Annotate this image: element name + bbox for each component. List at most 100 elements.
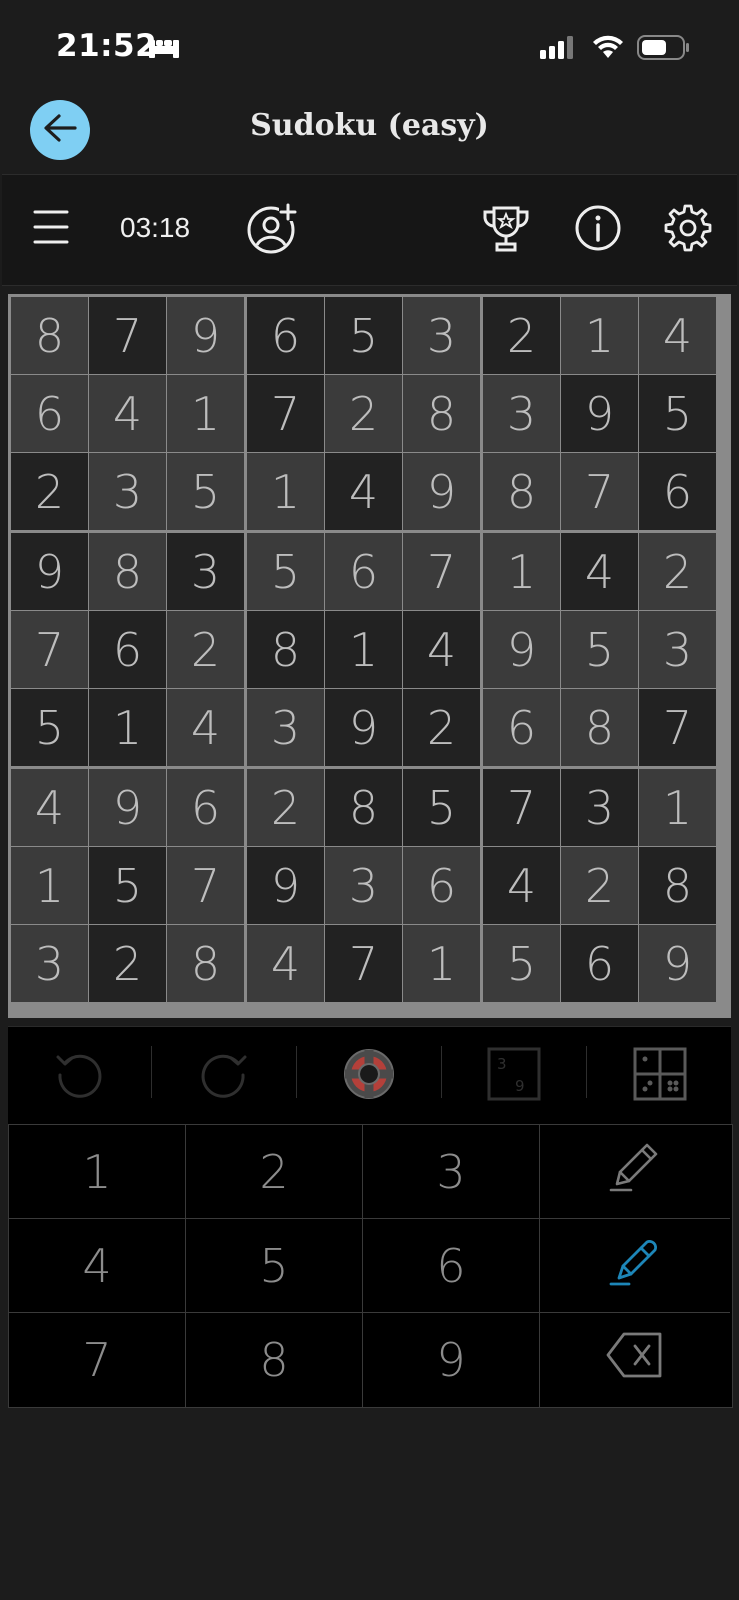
sudoku-cell[interactable]: 5 <box>167 453 244 530</box>
sudoku-cell[interactable]: 4 <box>325 453 402 530</box>
sudoku-cell[interactable]: 7 <box>247 375 324 452</box>
sudoku-cell[interactable]: 7 <box>11 611 88 688</box>
invite-friend-button[interactable] <box>244 202 298 258</box>
sudoku-cell[interactable]: 1 <box>11 847 88 924</box>
sudoku-cell[interactable]: 5 <box>561 611 638 688</box>
sudoku-cell[interactable]: 7 <box>639 689 716 766</box>
grid-view-button[interactable] <box>588 1027 731 1125</box>
sudoku-cell[interactable]: 3 <box>247 689 324 766</box>
sudoku-cell[interactable]: 2 <box>325 375 402 452</box>
sudoku-cell[interactable]: 9 <box>325 689 402 766</box>
sudoku-cell[interactable]: 6 <box>561 925 638 1002</box>
sudoku-cell[interactable]: 1 <box>89 689 166 766</box>
number-key-3[interactable]: 3 <box>363 1125 540 1219</box>
pencil-mode-button[interactable] <box>540 1125 730 1219</box>
sudoku-cell[interactable]: 7 <box>167 847 244 924</box>
sudoku-cell[interactable]: 6 <box>639 453 716 530</box>
sudoku-cell[interactable]: 1 <box>403 925 480 1002</box>
sudoku-cell[interactable]: 1 <box>483 533 560 610</box>
pen-mode-button[interactable] <box>540 1219 730 1313</box>
sudoku-cell[interactable]: 5 <box>483 925 560 1002</box>
sudoku-cell[interactable]: 4 <box>561 533 638 610</box>
sudoku-cell[interactable]: 6 <box>89 611 166 688</box>
hint-button[interactable] <box>298 1027 439 1125</box>
sudoku-cell[interactable]: 8 <box>561 689 638 766</box>
number-key-9[interactable]: 9 <box>363 1313 540 1407</box>
sudoku-cell[interactable]: 7 <box>483 769 560 846</box>
sudoku-cell[interactable]: 6 <box>11 375 88 452</box>
sudoku-cell[interactable]: 4 <box>639 297 716 374</box>
sudoku-cell[interactable]: 8 <box>167 925 244 1002</box>
sudoku-cell[interactable]: 8 <box>89 533 166 610</box>
leaderboard-button[interactable] <box>480 204 532 258</box>
sudoku-cell[interactable]: 1 <box>247 453 324 530</box>
sudoku-cell[interactable]: 9 <box>167 297 244 374</box>
sudoku-cell[interactable]: 6 <box>325 533 402 610</box>
sudoku-cell[interactable]: 9 <box>89 769 166 846</box>
sudoku-cell[interactable]: 9 <box>561 375 638 452</box>
sudoku-cell[interactable]: 9 <box>403 453 480 530</box>
sudoku-cell[interactable]: 3 <box>403 297 480 374</box>
sudoku-cell[interactable]: 4 <box>403 611 480 688</box>
undo-button[interactable] <box>8 1027 149 1125</box>
number-key-4[interactable]: 4 <box>9 1219 186 1313</box>
sudoku-cell[interactable]: 5 <box>639 375 716 452</box>
sudoku-cell[interactable]: 8 <box>325 769 402 846</box>
sudoku-cell[interactable]: 2 <box>89 925 166 1002</box>
sudoku-cell[interactable]: 4 <box>247 925 324 1002</box>
sudoku-cell[interactable]: 3 <box>89 453 166 530</box>
sudoku-cell[interactable]: 1 <box>325 611 402 688</box>
sudoku-cell[interactable]: 8 <box>403 375 480 452</box>
menu-button[interactable] <box>30 208 72 250</box>
sudoku-cell[interactable]: 9 <box>247 847 324 924</box>
sudoku-cell[interactable]: 4 <box>89 375 166 452</box>
number-key-1[interactable]: 1 <box>9 1125 186 1219</box>
sudoku-cell[interactable]: 2 <box>639 533 716 610</box>
sudoku-cell[interactable]: 2 <box>247 769 324 846</box>
sudoku-cell[interactable]: 8 <box>247 611 324 688</box>
sudoku-cell[interactable]: 1 <box>639 769 716 846</box>
sudoku-cell[interactable]: 2 <box>483 297 560 374</box>
erase-button[interactable] <box>540 1313 730 1407</box>
sudoku-cell[interactable]: 3 <box>11 925 88 1002</box>
sudoku-cell[interactable]: 7 <box>325 925 402 1002</box>
sudoku-cell[interactable]: 5 <box>11 689 88 766</box>
sudoku-cell[interactable]: 5 <box>247 533 324 610</box>
number-key-7[interactable]: 7 <box>9 1313 186 1407</box>
sudoku-cell[interactable]: 5 <box>403 769 480 846</box>
sudoku-cell[interactable]: 5 <box>325 297 402 374</box>
sudoku-cell[interactable]: 6 <box>483 689 560 766</box>
sudoku-cell[interactable]: 4 <box>167 689 244 766</box>
number-key-8[interactable]: 8 <box>186 1313 363 1407</box>
sudoku-cell[interactable]: 6 <box>167 769 244 846</box>
sudoku-cell[interactable]: 9 <box>639 925 716 1002</box>
sudoku-cell[interactable]: 2 <box>11 453 88 530</box>
number-key-2[interactable]: 2 <box>186 1125 363 1219</box>
sudoku-cell[interactable]: 7 <box>561 453 638 530</box>
sudoku-cell[interactable]: 1 <box>561 297 638 374</box>
sudoku-cell[interactable]: 9 <box>11 533 88 610</box>
sudoku-cell[interactable]: 3 <box>167 533 244 610</box>
sudoku-cell[interactable]: 6 <box>247 297 324 374</box>
sudoku-cell[interactable]: 8 <box>639 847 716 924</box>
number-key-5[interactable]: 5 <box>186 1219 363 1313</box>
settings-button[interactable] <box>664 204 712 254</box>
sudoku-cell[interactable]: 5 <box>89 847 166 924</box>
sudoku-cell[interactable]: 2 <box>403 689 480 766</box>
sudoku-cell[interactable]: 3 <box>639 611 716 688</box>
number-key-6[interactable]: 6 <box>363 1219 540 1313</box>
sudoku-cell[interactable]: 3 <box>483 375 560 452</box>
sudoku-cell[interactable]: 1 <box>167 375 244 452</box>
notes-button[interactable]: 39 <box>443 1027 584 1125</box>
redo-button[interactable] <box>153 1027 294 1125</box>
info-button[interactable] <box>574 205 622 254</box>
sudoku-cell[interactable]: 4 <box>483 847 560 924</box>
sudoku-cell[interactable]: 4 <box>11 769 88 846</box>
sudoku-cell[interactable]: 3 <box>325 847 402 924</box>
sudoku-cell[interactable]: 8 <box>483 453 560 530</box>
sudoku-cell[interactable]: 7 <box>403 533 480 610</box>
sudoku-cell[interactable]: 2 <box>167 611 244 688</box>
sudoku-cell[interactable]: 7 <box>89 297 166 374</box>
sudoku-cell[interactable]: 2 <box>561 847 638 924</box>
sudoku-cell[interactable]: 8 <box>11 297 88 374</box>
